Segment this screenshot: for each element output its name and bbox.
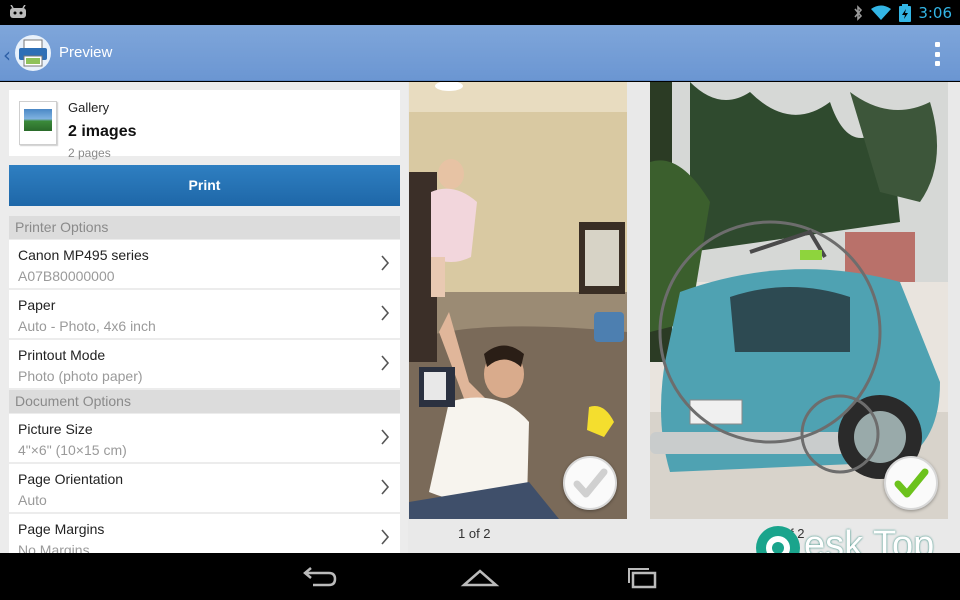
family-photo-image	[409, 82, 627, 519]
action-bar: ‹ Preview	[0, 25, 960, 81]
option-title: Paper	[18, 297, 56, 313]
option-title: Page Orientation	[18, 471, 124, 487]
printer-option-row[interactable]: Canon MP495 series A07B80000000	[9, 240, 400, 288]
bluetooth-icon	[854, 4, 863, 21]
source-card[interactable]: Gallery 2 images 2 pages	[9, 90, 400, 160]
option-value: Auto	[18, 492, 47, 508]
overflow-menu-icon[interactable]	[932, 42, 942, 66]
image-count: 2 images	[68, 123, 137, 140]
photo-preview-2[interactable]	[650, 82, 948, 519]
chevron-right-icon	[381, 429, 390, 445]
chevron-right-icon	[381, 305, 390, 321]
option-value: No Margins	[18, 542, 90, 553]
vw-beetle-photo-image	[650, 82, 948, 519]
status-bar: 3:06	[0, 0, 960, 25]
chevron-right-icon	[381, 255, 390, 271]
option-value: Auto - Photo, 4x6 inch	[18, 318, 156, 334]
navigation-bar	[0, 553, 960, 600]
back-caret-icon[interactable]: ‹	[3, 43, 11, 67]
option-value: Photo (photo paper)	[18, 368, 143, 384]
printer-options-header: Printer Options	[9, 216, 400, 239]
option-value: 4"×6" (10×15 cm)	[18, 442, 127, 458]
page-title: Preview	[59, 44, 113, 61]
recent-apps-icon[interactable]	[623, 565, 663, 589]
chevron-right-icon	[381, 529, 390, 545]
photo-preview-area: 1 of 2 2 of 2	[408, 82, 960, 553]
picture-size-option-row[interactable]: Picture Size 4"×6" (10×15 cm)	[9, 414, 400, 462]
selection-checkbox-1[interactable]	[563, 456, 617, 510]
document-options-header: Document Options	[9, 390, 400, 413]
option-title: Picture Size	[18, 421, 93, 437]
check-icon	[573, 468, 608, 498]
printer-app-logo-icon[interactable]	[14, 34, 52, 72]
option-title: Canon MP495 series	[18, 247, 149, 263]
print-button[interactable]: Print	[9, 165, 400, 206]
page-number-label: 1 of 2	[458, 526, 491, 541]
settings-panel: Gallery 2 images 2 pages Print Printer O…	[0, 82, 408, 553]
option-title: Page Margins	[18, 521, 105, 537]
check-icon	[894, 468, 929, 498]
page-margins-option-row[interactable]: Page Margins No Margins	[9, 514, 400, 553]
battery-icon	[899, 3, 912, 22]
status-time: 3:06	[918, 3, 952, 22]
wifi-icon	[871, 5, 892, 20]
page-orientation-option-row[interactable]: Page Orientation Auto	[9, 464, 400, 512]
gallery-icon	[19, 101, 57, 145]
selection-checkbox-2[interactable]	[884, 456, 938, 510]
printout-mode-option-row[interactable]: Printout Mode Photo (photo paper)	[9, 340, 400, 388]
page-count: 2 pages	[68, 146, 111, 160]
home-icon[interactable]	[460, 565, 500, 589]
photo-preview-1[interactable]	[409, 82, 627, 519]
chevron-right-icon	[381, 355, 390, 371]
android-notification-icon	[10, 5, 26, 18]
source-label: Gallery	[68, 100, 110, 115]
option-title: Printout Mode	[18, 347, 106, 363]
back-icon[interactable]	[299, 565, 339, 589]
chevron-right-icon	[381, 479, 390, 495]
paper-option-row[interactable]: Paper Auto - Photo, 4x6 inch	[9, 290, 400, 338]
option-value: A07B80000000	[18, 268, 115, 284]
